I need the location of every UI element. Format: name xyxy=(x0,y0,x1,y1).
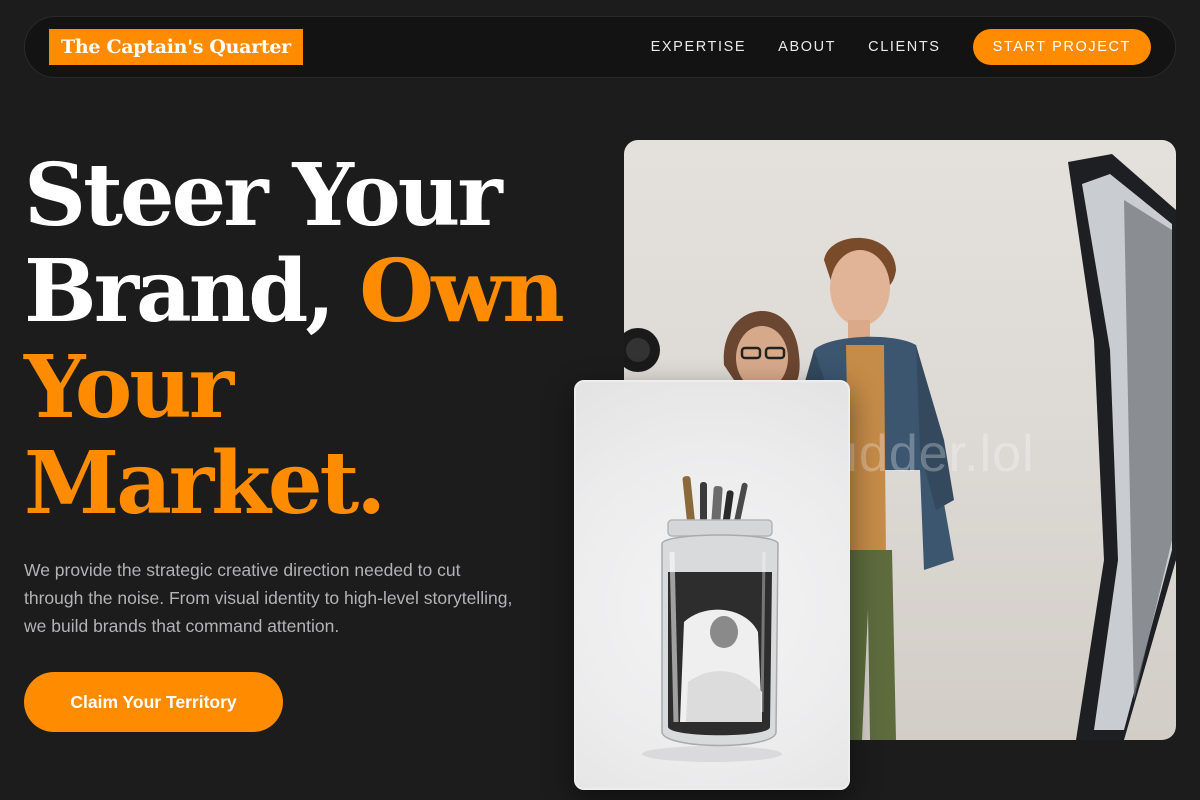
hero-description: We provide the strategic creative direct… xyxy=(24,560,513,636)
hero-photo-jar xyxy=(574,380,850,790)
start-project-button[interactable]: START PROJECT xyxy=(972,29,1151,65)
brand-logo[interactable]: The Captain's Quarter xyxy=(49,29,303,65)
headline-brand-word: Brand, xyxy=(24,241,335,342)
nav-link-about[interactable]: ABOUT xyxy=(778,39,836,55)
claim-territory-button[interactable]: Claim Your Territory xyxy=(24,672,283,732)
headline-line-3: Your xyxy=(24,337,234,438)
hero-headline: Steer Your Brand, Own Your Market. xyxy=(24,145,565,534)
headline-line-2: Brand, Own xyxy=(24,241,565,342)
top-nav: The Captain's Quarter EXPERTISE ABOUT CL… xyxy=(24,16,1176,78)
nav-link-expertise[interactable]: EXPERTISE xyxy=(651,39,747,55)
jar-photo-illustration xyxy=(642,476,782,762)
photo-watermark: udder.lol xyxy=(829,425,1035,483)
nav-links: EXPERTISE ABOUT CLIENTS START PROJECT xyxy=(651,29,1151,65)
nav-link-clients[interactable]: CLIENTS xyxy=(868,39,940,55)
headline-line-4: Market. xyxy=(24,433,386,534)
headline-own-word: Own xyxy=(359,241,564,342)
headline-line-1: Steer Your xyxy=(24,145,503,246)
